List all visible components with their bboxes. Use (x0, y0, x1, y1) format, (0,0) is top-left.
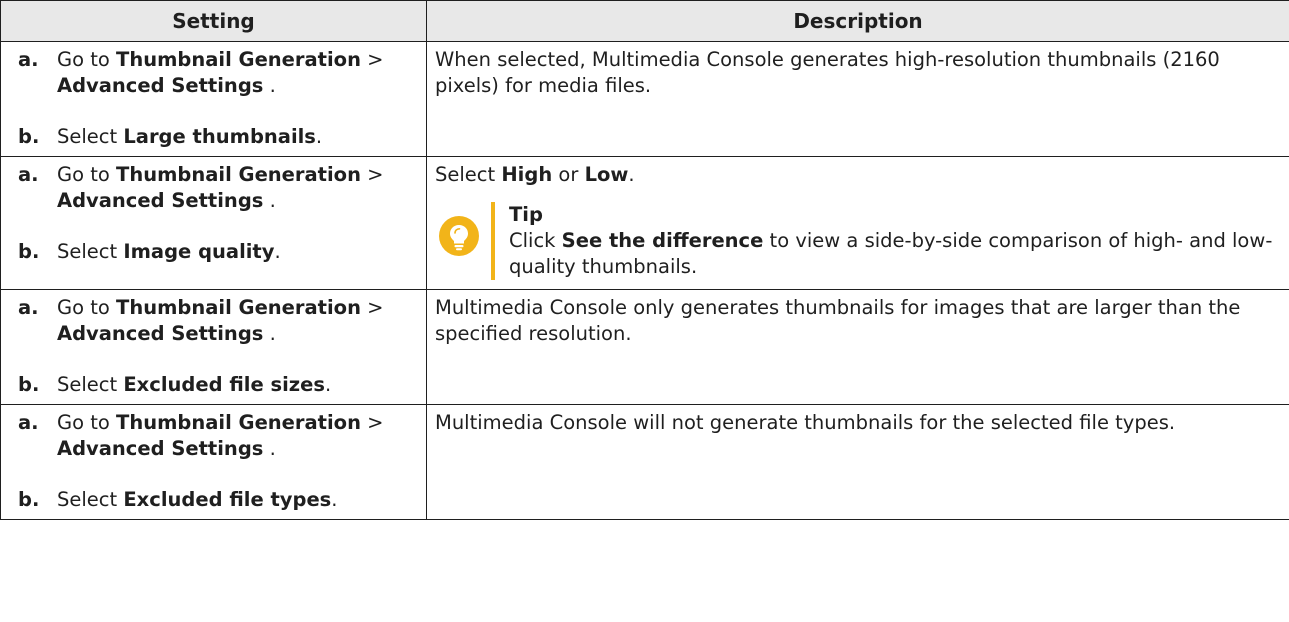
step-text: Select Large thumbnails. (57, 125, 323, 148)
setting-cell: a. Go to Thumbnail Generation > Advanced… (0, 156, 427, 290)
menu-path-thumbnail-generation: Thumbnail Generation (116, 296, 361, 319)
setting-cell: a. Go to Thumbnail Generation > Advanced… (0, 289, 427, 405)
tip-title: Tip (509, 203, 543, 226)
table-row: a. Go to Thumbnail Generation > Advanced… (0, 41, 1289, 157)
step-marker: b. (18, 488, 40, 511)
step-a: a. Go to Thumbnail Generation > Advanced… (18, 162, 418, 214)
option-name: Excluded file types (123, 488, 332, 511)
step-a: a. Go to Thumbnail Generation > Advanced… (18, 295, 418, 347)
table-row: a. Go to Thumbnail Generation > Advanced… (0, 404, 1289, 520)
description-cell: Select High or Low. Tip Click See the di… (426, 156, 1289, 290)
table-header-row: Setting Description (0, 0, 1289, 42)
table-row: a. Go to Thumbnail Generation > Advanced… (0, 156, 1289, 290)
step-marker: a. (18, 411, 39, 434)
description-cell: Multimedia Console will not generate thu… (426, 404, 1289, 520)
option-high: High (501, 163, 553, 186)
step-text: Select Excluded file types. (57, 488, 338, 511)
tip-body: Tip Click See the difference to view a s… (509, 202, 1281, 280)
option-name: Image quality (123, 240, 275, 263)
settings-table: Setting Description a. Go to Thumbnail G… (0, 0, 1289, 520)
step-b: b. Select Image quality. (18, 239, 418, 265)
menu-path-advanced-settings: Advanced Settings (57, 189, 264, 212)
menu-path-thumbnail-generation: Thumbnail Generation (116, 163, 361, 186)
tip-callout: Tip Click See the difference to view a s… (435, 202, 1281, 280)
step-text: Go to Thumbnail Generation > Advanced Se… (57, 296, 384, 345)
tip-text: Click See the difference to view a side-… (509, 229, 1273, 278)
step-a: a. Go to Thumbnail Generation > Advanced… (18, 410, 418, 462)
setting-cell: a. Go to Thumbnail Generation > Advanced… (0, 41, 427, 157)
setting-cell: a. Go to Thumbnail Generation > Advanced… (0, 404, 427, 520)
menu-path-advanced-settings: Advanced Settings (57, 322, 264, 345)
menu-path-advanced-settings: Advanced Settings (57, 437, 264, 460)
step-marker: a. (18, 48, 39, 71)
description-text: Select High or Low. (435, 163, 635, 186)
see-the-difference-label: See the difference (561, 229, 764, 252)
menu-path-advanced-settings: Advanced Settings (57, 74, 264, 97)
step-marker: a. (18, 163, 39, 186)
step-text: Go to Thumbnail Generation > Advanced Se… (57, 48, 384, 97)
step-b: b. Select Large thumbnails. (18, 124, 418, 150)
step-marker: a. (18, 296, 39, 319)
step-text: Select Excluded file sizes. (57, 373, 332, 396)
description-cell: When selected, Multimedia Console genera… (426, 41, 1289, 157)
step-marker: b. (18, 373, 40, 396)
step-b: b. Select Excluded file types. (18, 487, 418, 513)
option-name: Large thumbnails (123, 125, 316, 148)
step-marker: b. (18, 125, 40, 148)
option-name: Excluded file sizes (123, 373, 325, 396)
header-setting: Setting (0, 0, 427, 42)
step-text: Go to Thumbnail Generation > Advanced Se… (57, 163, 384, 212)
step-marker: b. (18, 240, 40, 263)
menu-path-thumbnail-generation: Thumbnail Generation (116, 48, 361, 71)
step-text: Select Image quality. (57, 240, 281, 263)
tip-accent-bar (491, 202, 495, 280)
step-a: a. Go to Thumbnail Generation > Advanced… (18, 47, 418, 99)
description-cell: Multimedia Console only generates thumbn… (426, 289, 1289, 405)
step-text: Go to Thumbnail Generation > Advanced Se… (57, 411, 384, 460)
option-low: Low (584, 163, 629, 186)
header-description: Description (426, 0, 1289, 42)
menu-path-thumbnail-generation: Thumbnail Generation (116, 411, 361, 434)
lightbulb-icon (439, 216, 479, 256)
table-row: a. Go to Thumbnail Generation > Advanced… (0, 289, 1289, 405)
step-b: b. Select Excluded file sizes. (18, 372, 418, 398)
